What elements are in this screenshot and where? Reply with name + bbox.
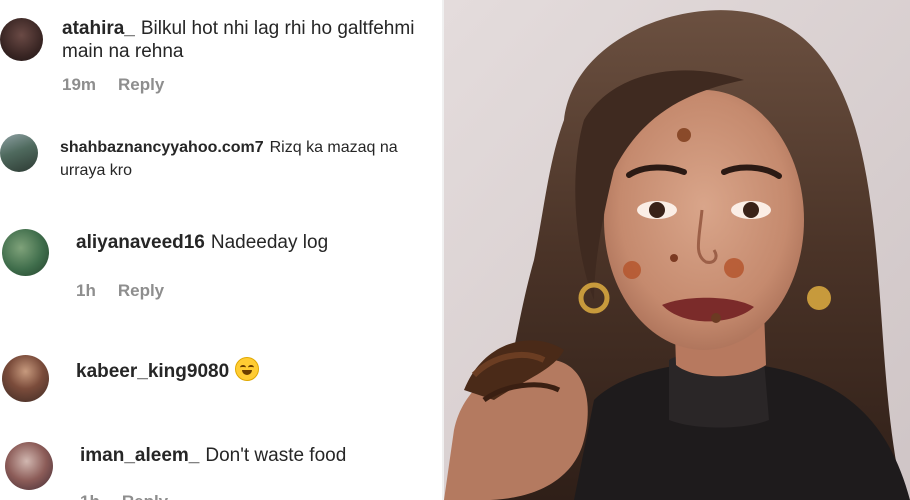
laughing-face-icon: [235, 357, 260, 381]
comment-text: aliyanaveed16 Nadeeday log: [76, 231, 426, 254]
comment-text: kabeer_king9080: [76, 357, 426, 383]
comment-username[interactable]: atahira_: [62, 18, 135, 39]
comment-username[interactable]: shahbaznancyyahoo.com7: [60, 139, 264, 156]
avatar[interactable]: [2, 355, 49, 402]
reply-button[interactable]: Reply: [118, 75, 164, 94]
comment-timestamp: 1h: [80, 492, 100, 500]
avatar[interactable]: [0, 18, 43, 61]
comment-text: iman_aleem_ Don't waste food: [80, 444, 430, 467]
reply-button[interactable]: Reply: [118, 281, 164, 300]
portrait-image: [444, 0, 910, 500]
comment-timestamp: 19m: [62, 75, 97, 94]
comment-username[interactable]: kabeer_king9080: [76, 361, 229, 382]
comment-item: iman_aleem_ Don't waste food 1h Reply: [0, 428, 442, 500]
comment-item: shahbaznancyyahoo.com7 Rizq ka mazaq na u…: [0, 120, 442, 200]
comment-username[interactable]: aliyanaveed16: [76, 232, 205, 253]
comment-item: atahira_ Bilkul hot nhi lag rhi ho galtfe…: [0, 0, 442, 110]
comment-body: Nadeeday log: [210, 232, 329, 253]
comment-text: atahira_ Bilkul hot nhi lag rhi ho galtfe…: [62, 17, 422, 63]
comment-timestamp: 1h: [76, 281, 96, 300]
comment-meta: 1h Reply: [80, 492, 190, 500]
comment-text: shahbaznancyyahoo.com7 Rizq ka mazaq na u…: [60, 136, 420, 182]
comment-meta: 1h Reply: [76, 281, 186, 301]
avatar[interactable]: [2, 229, 49, 276]
comments-panel: atahira_ Bilkul hot nhi lag rhi ho galtfe…: [0, 0, 442, 500]
avatar[interactable]: [5, 442, 53, 490]
comment-body: Don't waste food: [205, 445, 347, 466]
comment-item: kabeer_king9080: [0, 345, 442, 415]
reply-button[interactable]: Reply: [122, 492, 168, 500]
comment-item: aliyanaveed16 Nadeeday log 1h Reply: [0, 215, 442, 315]
comment-meta: 19m Reply: [62, 75, 186, 95]
portrait-photo: [444, 0, 910, 500]
comment-username[interactable]: iman_aleem_: [80, 445, 199, 466]
avatar[interactable]: [0, 134, 38, 172]
